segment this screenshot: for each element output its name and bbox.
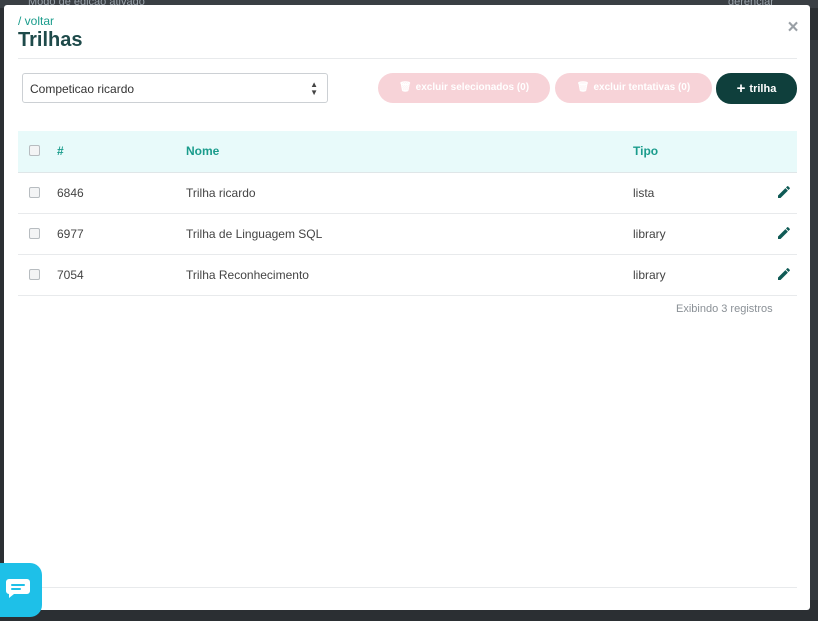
table-row: 6977 Trilha de Linguagem SQL library [18,214,797,255]
select-all-checkbox[interactable] [29,145,40,156]
edit-pencil-icon[interactable] [776,266,792,282]
row-id: 6846 [57,186,84,200]
row-name: Trilha de Linguagem SQL [186,227,323,241]
delete-selected-button[interactable]: 🗑 excluir selecionados (0) [378,73,550,103]
edit-pencil-icon[interactable] [776,184,792,200]
row-type: library [633,227,666,241]
select-arrows-icon: ▲ ▼ [310,80,318,97]
trails-modal: / voltar Trilhas × Competicao ricardo ▲ ▼… [4,5,810,610]
row-name: Trilha ricardo [186,186,256,200]
competition-select-value: Competicao ricardo [30,82,135,96]
column-header-id: # [57,144,64,158]
row-name: Trilha Reconhecimento [186,268,309,282]
header-divider [18,58,797,59]
close-icon: × [787,17,799,38]
delete-selected-label: excluir selecionados (0) [415,82,530,93]
new-trail-button[interactable]: + trilha [716,73,797,104]
table-row: 7054 Trilha Reconhecimento library [18,255,797,296]
background-panel [810,40,818,600]
row-id: 7054 [57,268,84,282]
column-header-name: Nome [186,144,220,158]
chat-bubble-icon [6,579,30,598]
chat-widget-button[interactable] [0,563,42,617]
delete-attempts-button[interactable]: 🗑 excluir tentativas (0) [555,73,712,103]
column-header-type: Tipo [633,144,659,158]
delete-attempts-label: excluir tentativas (0) [593,82,691,93]
plus-icon: + [736,80,746,97]
records-count: Exibindo 3 registros [676,303,773,315]
new-trail-label: trilha [749,83,777,95]
table-header: # Nome Tipo [18,131,797,173]
row-checkbox[interactable] [29,228,40,239]
row-type: lista [633,186,655,200]
back-link[interactable]: / voltar [18,14,54,28]
trash-icon: 🗑 [576,82,590,93]
close-button[interactable]: × [783,18,803,38]
row-checkbox[interactable] [29,187,40,198]
page-title: Trilhas [18,29,83,51]
table-row: 6846 Trilha ricardo lista [18,173,797,214]
competition-select[interactable]: Competicao ricardo ▲ ▼ [22,73,328,103]
row-checkbox[interactable] [29,269,40,280]
footer-divider [18,587,797,588]
edit-pencil-icon[interactable] [776,225,792,241]
trash-icon: 🗑 [398,82,412,93]
row-type: library [633,268,666,282]
row-id: 6977 [57,227,84,241]
